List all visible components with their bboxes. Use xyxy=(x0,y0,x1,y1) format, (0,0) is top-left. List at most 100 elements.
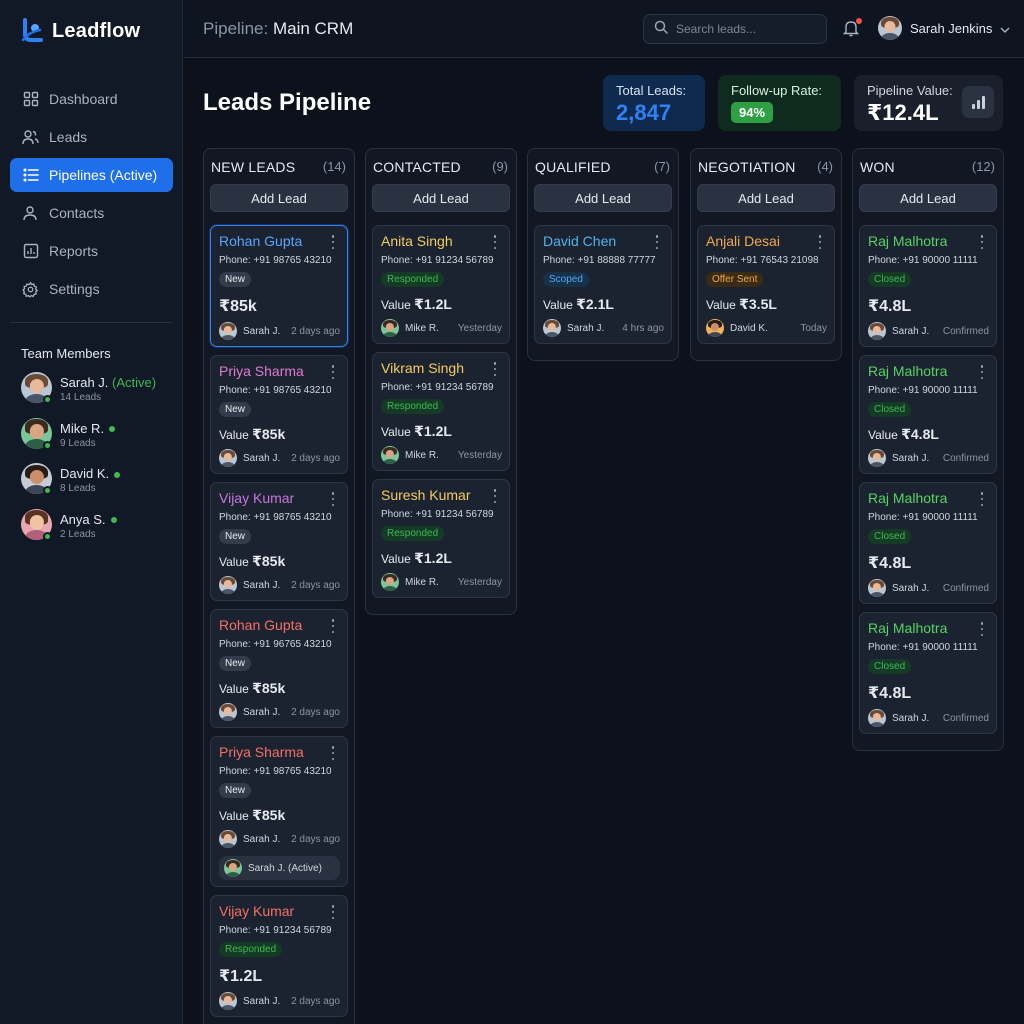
sidebar-item-reports[interactable]: Reports xyxy=(10,234,173,268)
lead-card[interactable]: Raj Malhotra Phone: +91 90000 11111 Closed… xyxy=(859,225,997,347)
lead-name[interactable]: Raj Malhotra xyxy=(868,620,989,636)
followup-rate-stat: Follow-up Rate: 94% xyxy=(718,75,841,131)
avatar xyxy=(381,446,399,464)
assignee-chip[interactable]: Sarah J. (Active) xyxy=(219,856,340,880)
lead-card[interactable]: Raj Malhotra Phone: +91 90000 11111 Closed… xyxy=(859,482,997,604)
notification-bell-icon[interactable] xyxy=(842,18,862,37)
lead-name[interactable]: Anita Singh xyxy=(381,233,502,249)
value-amount: ₹4.8L xyxy=(868,685,912,702)
column-negotiation: NEGOTIATION (4) Add Lead Anjali Desai Phon… xyxy=(690,148,842,361)
team-member[interactable]: Sarah J. (Active) 14 Leads xyxy=(21,372,181,418)
more-options-icon[interactable] xyxy=(328,746,338,760)
sidebar-item-contacts[interactable]: Contacts xyxy=(10,196,173,230)
breadcrumb-pipeline-name[interactable]: Main CRM xyxy=(273,19,353,38)
card-footer: Sarah J. 2 days ago xyxy=(219,992,340,1010)
lead-value: Value ₹1.2L xyxy=(381,423,502,440)
column-won: WON (12) Add Lead Raj Malhotra Phone: +91 … xyxy=(852,148,1004,751)
more-options-icon[interactable] xyxy=(328,235,338,249)
sidebar-item-leads[interactable]: Leads xyxy=(10,120,173,154)
stat-value: 2,847 xyxy=(616,100,672,125)
team-member[interactable]: David K. 8 Leads xyxy=(21,463,181,509)
more-options-icon[interactable] xyxy=(490,362,500,376)
add-lead-button[interactable]: Add Lead xyxy=(210,184,348,212)
brand-logo[interactable]: Leadflow xyxy=(20,18,140,44)
lead-card[interactable]: Vijay Kumar Phone: +91 91234 56789 Respond… xyxy=(210,895,348,1017)
lead-name[interactable]: Raj Malhotra xyxy=(868,363,989,379)
team-members-title: Team Members xyxy=(21,346,111,361)
member-leads-count: 2 Leads xyxy=(60,528,96,540)
team-member[interactable]: Mike R. 9 Leads xyxy=(21,417,181,464)
lead-card[interactable]: Anjali Desai Phone: +91 76543 21098 Offer … xyxy=(697,225,835,344)
value-amount: ₹4.8L xyxy=(868,298,912,315)
more-options-icon[interactable] xyxy=(977,365,987,379)
lead-name[interactable]: Raj Malhotra xyxy=(868,233,989,249)
more-options-icon[interactable] xyxy=(977,622,987,636)
lead-card[interactable]: Priya Sharma Phone: +91 98765 43210 New Val… xyxy=(210,355,348,474)
lead-card[interactable]: David Chen Phone: +91 88888 77777 Scoped Va… xyxy=(534,225,672,344)
member-leads-count: 14 Leads xyxy=(60,392,102,403)
more-options-icon[interactable] xyxy=(328,905,338,919)
search-input[interactable] xyxy=(676,22,816,36)
avatar xyxy=(219,322,237,340)
column-count: (12) xyxy=(971,159,995,174)
value-amount: ₹85k xyxy=(252,680,286,696)
lead-name[interactable]: Anjali Desai xyxy=(706,233,827,249)
lead-name[interactable]: Vijay Kumar xyxy=(219,490,340,506)
timestamp: Yesterday xyxy=(457,449,502,461)
more-options-icon[interactable] xyxy=(490,235,500,249)
more-options-icon[interactable] xyxy=(490,489,500,503)
card-footer: Sarah J. 2 days ago xyxy=(219,703,340,721)
lead-name[interactable]: Rohan Gupta xyxy=(219,617,340,633)
sidebar-item-pipelines[interactable]: Pipelines (Active) xyxy=(10,158,173,192)
sidebar-item-label: Contacts xyxy=(49,205,105,221)
lead-phone: Phone: +91 98765 43210 xyxy=(219,512,332,523)
lead-name[interactable]: Priya Sharma xyxy=(219,744,340,760)
lead-card[interactable]: Rohan Gupta Phone: +91 96765 43210 New Valu… xyxy=(210,609,348,728)
sidebar-item-dashboard[interactable]: Dashboard xyxy=(10,82,173,116)
team-member[interactable]: Anya S. 2 Leads xyxy=(21,508,181,555)
lead-name[interactable]: Rohan Gupta xyxy=(219,233,340,249)
lead-name[interactable]: Priya Sharma xyxy=(219,363,340,379)
total-leads-stat: Total Leads: 2,847 xyxy=(603,75,705,131)
lead-card[interactable]: Raj Malhotra Phone: +91 90000 11111 Closed… xyxy=(859,612,997,734)
lead-name[interactable]: Vijay Kumar xyxy=(219,903,340,919)
online-status-icon xyxy=(43,531,52,541)
lead-card[interactable]: Vijay Kumar Phone: +91 98765 43210 New Valu… xyxy=(210,482,348,601)
lead-name[interactable]: Raj Malhotra xyxy=(868,490,989,506)
add-lead-button[interactable]: Add Lead xyxy=(372,184,510,212)
search-box[interactable] xyxy=(643,14,827,44)
sidebar-item-settings[interactable]: Settings xyxy=(10,272,173,306)
more-options-icon[interactable] xyxy=(328,619,338,633)
lead-value: ₹4.8L xyxy=(868,553,989,573)
lead-card[interactable]: Raj Malhotra Phone: +91 90000 11111 Closed… xyxy=(859,355,997,474)
lead-name[interactable]: Vikram Singh xyxy=(381,360,502,376)
brand-name: Leadflow xyxy=(52,19,141,42)
user-menu[interactable]: Sarah Jenkins xyxy=(878,16,1010,40)
online-dot-icon xyxy=(110,517,117,524)
lead-card[interactable]: Vikram Singh Phone: +91 91234 56789 Respon… xyxy=(372,352,510,471)
sidebar-item-label: Settings xyxy=(49,281,100,297)
add-lead-button[interactable]: Add Lead xyxy=(534,184,672,212)
more-options-icon[interactable] xyxy=(328,492,338,506)
lead-phone: Phone: +91 98765 43210 xyxy=(219,255,332,266)
more-options-icon[interactable] xyxy=(977,235,987,249)
lead-phone: Phone: +91 96765 43210 xyxy=(219,639,332,650)
card-footer: Sarah J. Confirmed xyxy=(868,449,989,467)
add-lead-button[interactable]: Add Lead xyxy=(697,184,835,212)
lead-card[interactable]: Priya Sharma Phone: +91 98765 43210 New Val… xyxy=(210,736,348,887)
lead-name[interactable]: David Chen xyxy=(543,233,664,249)
more-options-icon[interactable] xyxy=(328,365,338,379)
stat-label: Follow-up Rate: xyxy=(731,83,823,98)
notification-dot-icon xyxy=(856,18,862,24)
more-options-icon[interactable] xyxy=(652,235,662,249)
more-options-icon[interactable] xyxy=(977,492,987,506)
lead-name[interactable]: Suresh Kumar xyxy=(381,487,502,503)
lead-card[interactable]: Rohan Gupta Phone: +91 98765 43210 New ₹85k… xyxy=(210,225,348,347)
lead-card[interactable]: Suresh Kumar Phone: +91 91234 56789 Respon… xyxy=(372,479,510,598)
contacts-icon xyxy=(22,205,39,222)
add-lead-button[interactable]: Add Lead xyxy=(859,184,997,212)
bar-chart-icon[interactable] xyxy=(962,86,994,118)
more-options-icon[interactable] xyxy=(815,235,825,249)
lead-phone: Phone: +91 88888 77777 xyxy=(543,255,656,266)
lead-card[interactable]: Anita Singh Phone: +91 91234 56789 Respond… xyxy=(372,225,510,344)
